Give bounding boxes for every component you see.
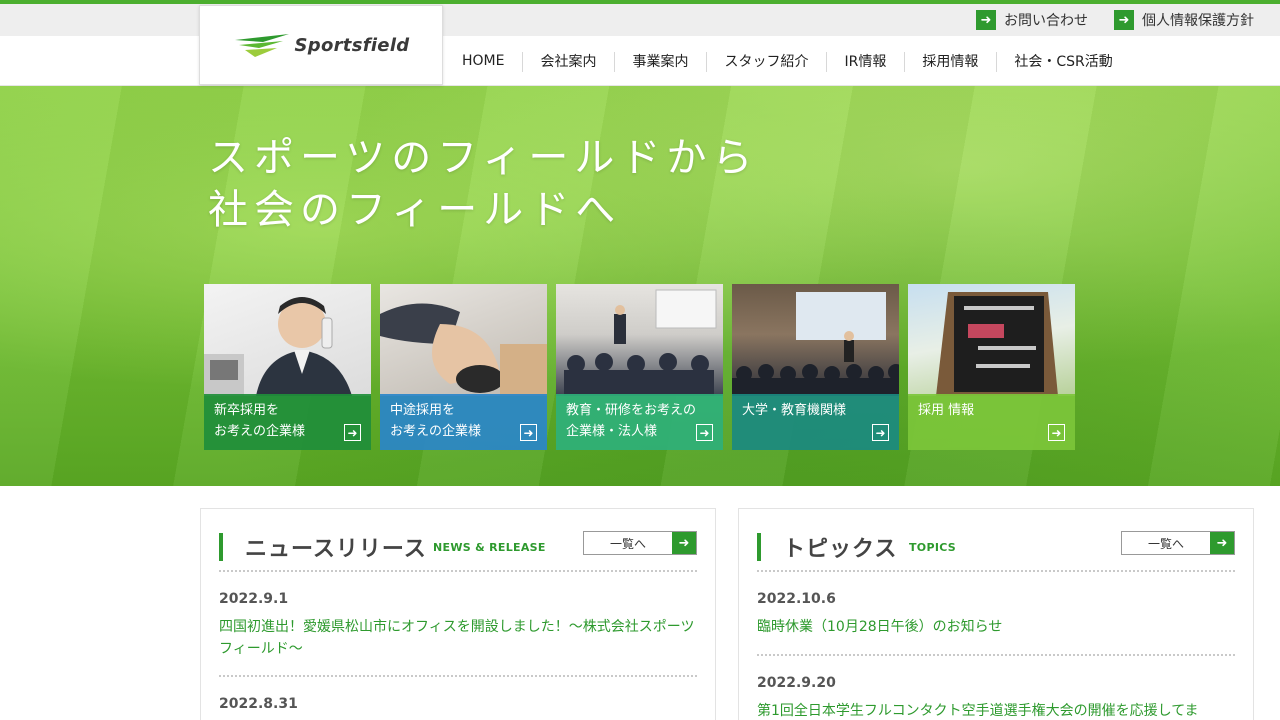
card-photo-hand-mouse (380, 284, 547, 396)
news-item-date: 2022.8.31 (219, 696, 298, 712)
arrow-right-icon: ➜ (1048, 424, 1065, 441)
card-label-line2: お考えの企業様 (390, 424, 482, 439)
divider (757, 570, 1235, 572)
arrow-right-icon: ➜ (672, 532, 696, 554)
divider (757, 654, 1235, 656)
hero: スポーツのフィールドから 社会のフィールドへ 新卒採用を お考えの企業様 ➜ 中… (0, 86, 1280, 486)
card-band: 採用 情報 (908, 394, 1075, 450)
logo-link[interactable]: Sportsfield (199, 5, 443, 85)
news-panel-header: ニュースリリース NEWS & RELEASE 一覧へ ➜ (219, 531, 697, 562)
card-band: 教育・研修をお考えの 企業様・法人様 (556, 394, 723, 450)
contact-link-label: お問い合わせ (1004, 13, 1088, 29)
main-nav: HOME 会社案内 事業案内 スタッフ紹介 IR情報 採用情報 社会・CSR活動 (444, 36, 1131, 86)
news-list-button-label: 一覧へ (584, 532, 672, 554)
news-item-link[interactable]: 四国初進出！愛媛県松山市にオフィスを開設しました！～株式会社スポーツフィールド～ (219, 616, 697, 660)
arrow-right-icon: ➜ (1114, 10, 1134, 30)
card-band: 新卒採用を お考えの企業様 (204, 394, 371, 450)
divider (219, 675, 697, 677)
topics-subtitle: TOPICS (909, 541, 957, 554)
card-label-line2: 採用 情報 (918, 403, 975, 418)
nav-item-csr[interactable]: 社会・CSR活動 (996, 36, 1130, 86)
logo: Sportsfield (233, 30, 410, 60)
nav-item-company[interactable]: 会社案内 (522, 36, 614, 86)
card-recruit-info[interactable]: 採用 情報 ➜ (908, 284, 1075, 450)
nav-item-recruit[interactable]: 採用情報 (904, 36, 996, 86)
utility-bar: ➜ お問い合わせ ➜ 個人情報保護方針 (0, 4, 1280, 36)
card-band: 大学・教育機関様 (732, 394, 899, 450)
topics-item-date: 2022.10.6 (757, 591, 836, 607)
card-label-line2: 大学・教育機関様 (742, 403, 847, 418)
topics-list-button[interactable]: 一覧へ ➜ (1121, 531, 1235, 555)
service-cards: 新卒採用を お考えの企業様 ➜ 中途採用を お考えの企業様 ➜ 教育・研修をお考… (204, 284, 1075, 450)
title-accent-bar (219, 533, 223, 561)
news-release-panel: ニュースリリース NEWS & RELEASE 一覧へ ➜ 2022.9.1 四… (200, 508, 716, 720)
card-label-line1: 教育・研修をお考えの (566, 403, 697, 418)
arrow-right-icon: ➜ (696, 424, 713, 441)
card-label-line2: お考えの企業様 (214, 424, 306, 439)
card-band: 中途採用を お考えの企業様 (380, 394, 547, 450)
hero-title-line1: スポーツのフィールドから (208, 135, 759, 181)
topics-item-date: 2022.9.20 (757, 675, 836, 691)
nav-item-ir[interactable]: IR情報 (826, 36, 904, 86)
arrow-right-icon: ➜ (976, 10, 996, 30)
logo-swoosh-icon (234, 34, 289, 57)
arrow-right-icon: ➜ (872, 424, 889, 441)
contact-link[interactable]: ➜ お問い合わせ (976, 10, 1088, 30)
nav-item-business[interactable]: 事業案内 (614, 36, 706, 86)
card-new-graduate-recruiting[interactable]: 新卒採用を お考えの企業様 ➜ (204, 284, 371, 450)
nav-item-home[interactable]: HOME (444, 36, 522, 86)
card-education-training[interactable]: 教育・研修をお考えの 企業様・法人様 ➜ (556, 284, 723, 450)
card-photo-businessman-phone (204, 284, 371, 396)
privacy-policy-link[interactable]: ➜ 個人情報保護方針 (1114, 10, 1254, 30)
logo-text: Sportsfield (294, 34, 410, 56)
privacy-policy-link-label: 個人情報保護方針 (1142, 13, 1254, 29)
card-photo-welcome-board (908, 284, 1075, 396)
topics-panel-header: トピックス TOPICS 一覧へ ➜ (757, 531, 1235, 562)
topics-list-button-label: 一覧へ (1122, 532, 1210, 554)
card-label-line1: 新卒採用を (214, 403, 280, 418)
divider (219, 570, 697, 572)
hero-title-line2: 社会のフィールドへ (208, 187, 622, 233)
topics-item-link[interactable]: 臨時休業（10月28日午後）のお知らせ (757, 616, 1235, 638)
card-label-line2: 企業様・法人様 (566, 424, 658, 439)
hero-title: スポーツのフィールドから 社会のフィールドへ (208, 132, 758, 236)
topics-title: トピックス (783, 537, 898, 562)
header: HOME 会社案内 事業案内 スタッフ紹介 IR情報 採用情報 社会・CSR活動 (0, 36, 1280, 86)
topics-item-link[interactable]: 第1回全日本学生フルコンタクト空手道選手権大会の開催を応援してま (757, 700, 1235, 720)
card-universities-institutions[interactable]: 大学・教育機関様 ➜ (732, 284, 899, 450)
card-mid-career-recruiting[interactable]: 中途採用を お考えの企業様 ➜ (380, 284, 547, 450)
news-list-button[interactable]: 一覧へ ➜ (583, 531, 697, 555)
news-title: ニュースリリース (245, 537, 427, 562)
news-subtitle: NEWS & RELEASE (433, 541, 546, 554)
utility-links: ➜ お問い合わせ ➜ 個人情報保護方針 (976, 10, 1254, 30)
news-item-date: 2022.9.1 (219, 591, 289, 607)
arrow-right-icon: ➜ (1210, 532, 1234, 554)
arrow-right-icon: ➜ (520, 424, 537, 441)
card-photo-lecture-hall (732, 284, 899, 396)
nav-item-staff[interactable]: スタッフ紹介 (706, 36, 826, 86)
topics-panel: トピックス TOPICS 一覧へ ➜ 2022.10.6 臨時休業（10月28日… (738, 508, 1254, 720)
title-accent-bar (757, 533, 761, 561)
card-photo-seminar-room (556, 284, 723, 396)
arrow-right-icon: ➜ (344, 424, 361, 441)
card-label-line1: 中途採用を (390, 403, 456, 418)
